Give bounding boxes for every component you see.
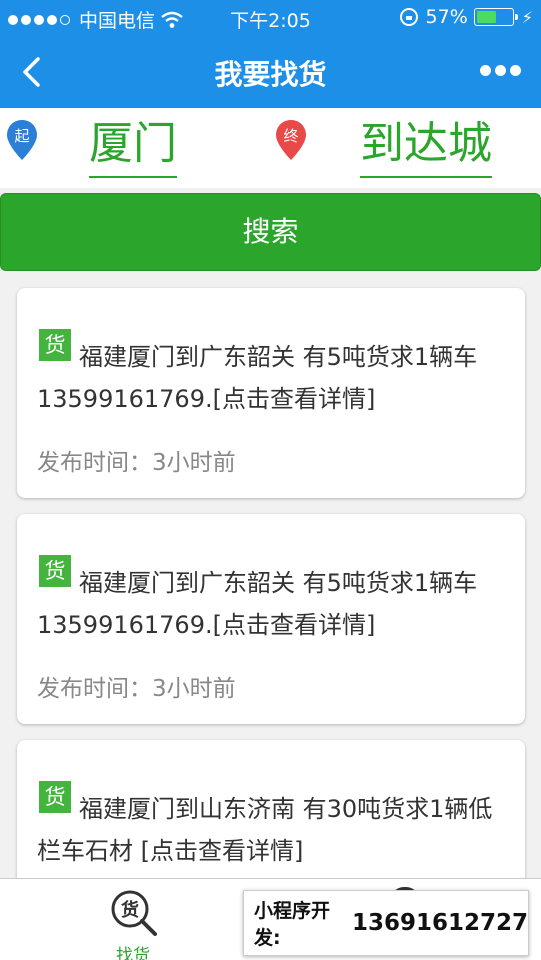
find-cargo-icon-text: 货	[121, 899, 139, 921]
destination-pin-icon: 终	[276, 120, 306, 160]
publish-time-value: 3小时前	[152, 450, 236, 476]
status-bar: 中国电信 下午2:05 57% ⚡	[0, 0, 541, 36]
battery-icon	[473, 8, 518, 26]
cargo-description: 福建厦门到广东韶关 有5吨货求1辆车 13599161769.[点击查看详情]	[37, 569, 478, 639]
route-selector: 起 厦门 终 到达城	[0, 108, 541, 188]
battery-percent: 57%	[425, 6, 468, 28]
search-button[interactable]: 搜索	[0, 193, 541, 271]
charging-icon: ⚡	[521, 7, 533, 27]
status-right: 57% ⚡	[399, 6, 533, 28]
origin-city-input[interactable]: 厦门	[89, 116, 177, 178]
promo-label: 小程序开发:	[254, 900, 331, 949]
cargo-description: 福建厦门到广东韶关 有5吨货求1辆车 13599161769.[点击查看详情]	[37, 343, 478, 413]
more-icon[interactable]	[476, 65, 521, 76]
publish-time: 发布时间：3小时前	[37, 443, 236, 477]
promo-banner: 小程序开发: 13691612727	[243, 890, 529, 956]
destination-marker-text: 终	[283, 127, 298, 145]
origin-marker-text: 起	[14, 127, 29, 145]
cargo-card[interactable]: 货 福建厦门到广东韶关 有5吨货求1辆车 13599161769.[点击查看详情…	[17, 514, 525, 724]
cargo-description: 福建厦门到山东济南 有30吨货求1辆低栏车石材 [点击查看详情]	[37, 795, 493, 865]
origin-pin-icon: 起	[7, 120, 37, 160]
publish-time-label: 发布时间：	[37, 676, 152, 702]
tab-find-cargo[interactable]: 货 找货	[100, 885, 166, 960]
publish-time-value: 3小时前	[152, 676, 236, 702]
destination-city-input[interactable]: 到达城	[360, 116, 492, 178]
publish-time: 发布时间：3小时前	[37, 669, 236, 703]
rotation-lock-icon	[399, 8, 418, 26]
promo-phone: 13691612727	[351, 910, 528, 936]
battery-fill	[476, 11, 497, 23]
tab-find-label: 找货	[116, 946, 150, 960]
page-title: 我要找货	[214, 58, 327, 91]
publish-time-label: 发布时间：	[37, 450, 152, 476]
find-cargo-icon: 货	[111, 890, 157, 936]
cargo-card[interactable]: 货 福建厦门到广东韶关 有5吨货求1辆车 13599161769.[点击查看详情…	[17, 288, 525, 498]
nav-bar: 我要找货	[0, 36, 541, 108]
